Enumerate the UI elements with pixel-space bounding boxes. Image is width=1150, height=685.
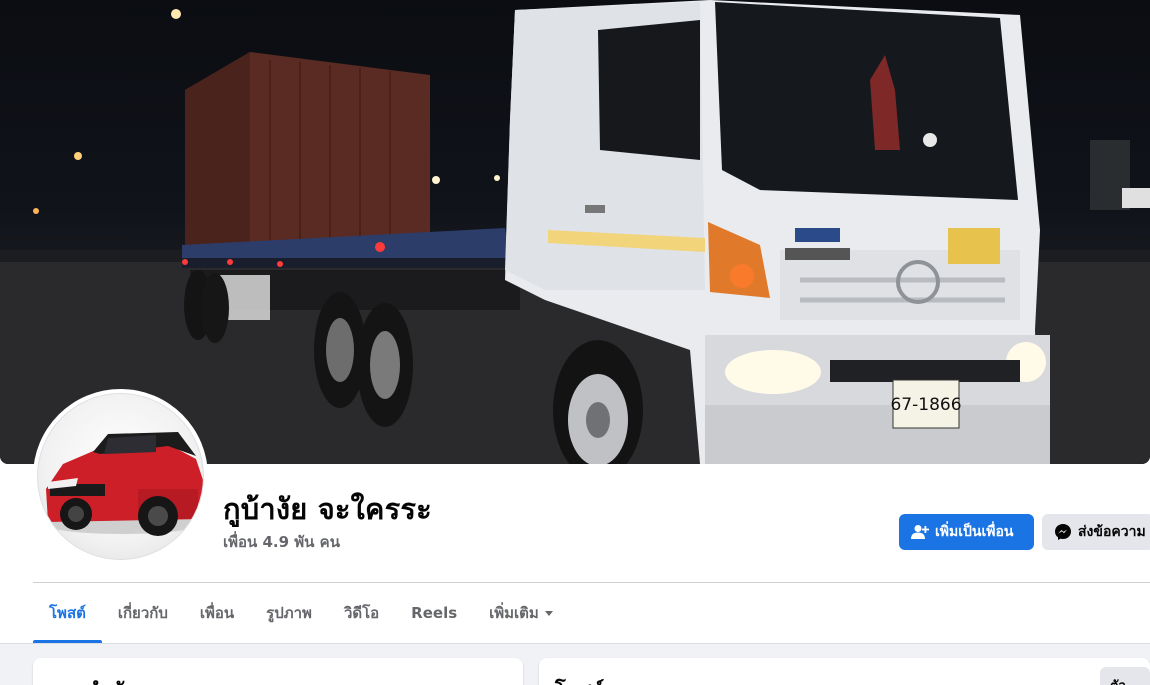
tab-label: รูปภาพ <box>266 604 312 622</box>
add-friend-icon <box>911 525 929 539</box>
friends-count[interactable]: เพื่อน 4.9 พัน คน <box>223 530 340 554</box>
tab-photos[interactable]: รูปภาพ <box>250 583 328 643</box>
tab-more[interactable]: เพิ่มเติม <box>473 583 571 643</box>
tab-reels[interactable]: Reels <box>395 583 473 643</box>
header-bottom-border <box>0 643 1150 644</box>
message-button[interactable]: ส่งข้อความ <box>1042 514 1150 550</box>
intro-title: แนะนำตัว <box>49 674 135 685</box>
tab-posts[interactable]: โพสต์ <box>33 583 102 643</box>
posts-title: โพสต์ <box>555 674 604 685</box>
posts-panel: โพสต์ ตัวกรอง <box>539 658 1150 685</box>
add-friend-button[interactable]: เพิ่มเป็นเพื่อน <box>899 514 1034 550</box>
chevron-down-icon <box>544 611 553 616</box>
message-label: ส่งข้อความ <box>1078 524 1146 540</box>
tab-label: วิดีโอ <box>343 604 380 622</box>
cover-photo[interactable]: 67-1866 <box>0 0 1150 464</box>
cover-photo-image: 67-1866 <box>0 0 1150 464</box>
profile-avatar[interactable] <box>33 389 208 564</box>
tab-label: เพื่อน <box>199 604 235 622</box>
profile-tabs: โพสต์ เกี่ยวกับ เพื่อน รูปภาพ วิดีโอ Ree… <box>33 583 571 643</box>
profile-name: กูบ้างัย จะใครระ <box>223 492 432 526</box>
intro-panel: แนะนำตัว <box>33 658 523 685</box>
license-plate-text: 67-1866 <box>890 395 961 415</box>
tab-label: Reels <box>411 604 458 622</box>
tab-label: โพสต์ <box>49 604 86 622</box>
messenger-icon <box>1055 524 1071 540</box>
tab-videos[interactable]: วิดีโอ <box>328 583 395 643</box>
tab-label: เกี่ยวกับ <box>117 604 168 622</box>
tab-label: เพิ่มเติม <box>489 604 539 622</box>
tab-friends[interactable]: เพื่อน <box>184 583 250 643</box>
tab-about[interactable]: เกี่ยวกับ <box>102 583 184 643</box>
add-friend-label: เพิ่มเป็นเพื่อน <box>935 524 1014 540</box>
profile-header: 67-1866 กูบ้างัย จะใครระ เพื่อน 4.9 พัน … <box>0 0 1150 644</box>
filter-button[interactable]: ตัวกรอง <box>1100 667 1150 685</box>
profile-avatar-image <box>44 432 203 536</box>
